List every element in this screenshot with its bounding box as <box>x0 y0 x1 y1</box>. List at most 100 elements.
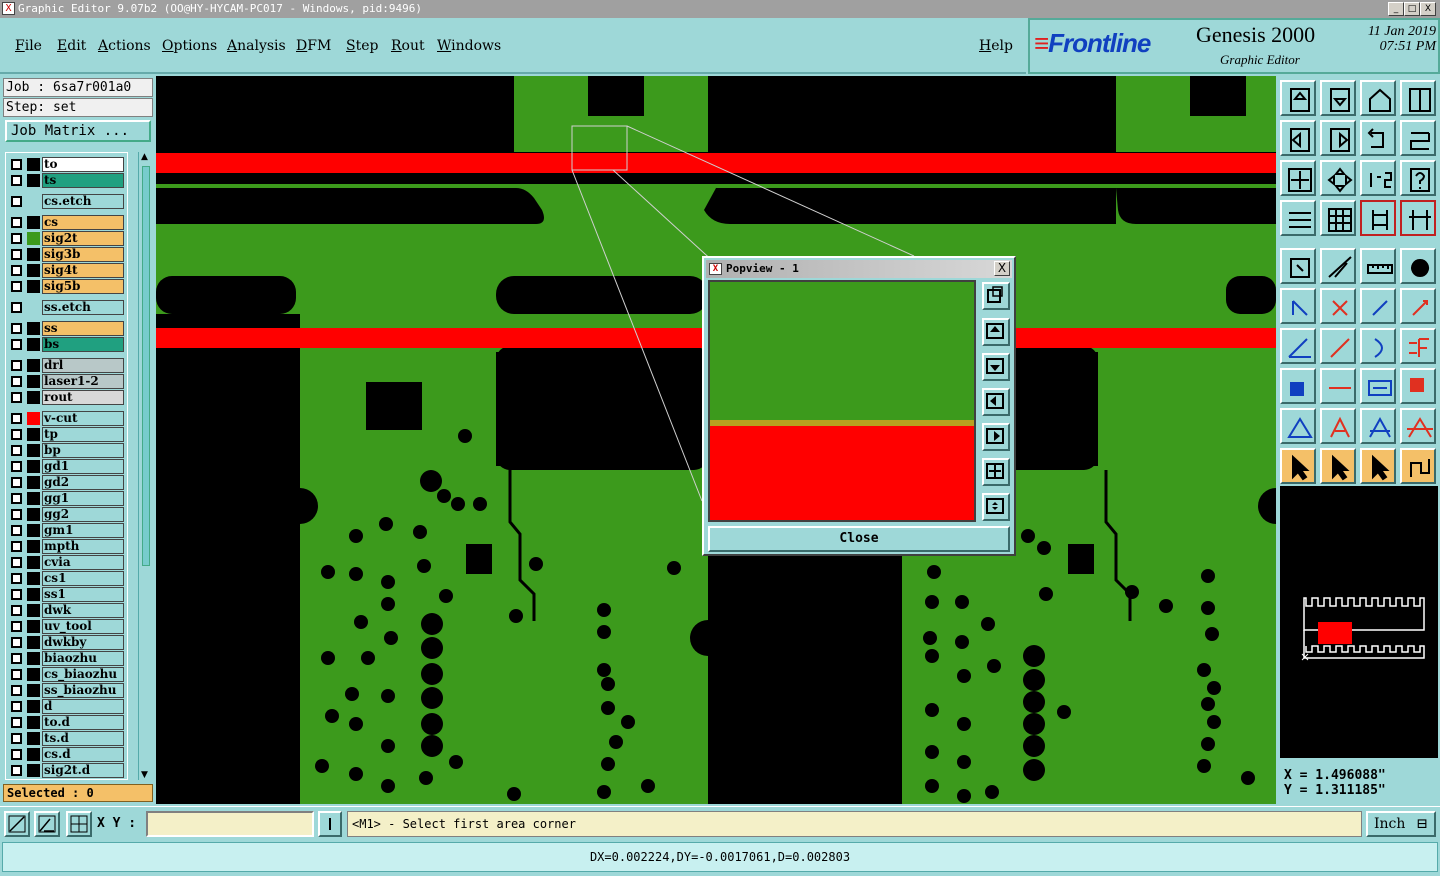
layer-row[interactable]: ss1 <box>6 587 127 602</box>
layer-name[interactable]: ts.d <box>42 731 124 746</box>
layer-name[interactable]: sig2t.d <box>42 763 124 778</box>
layer-color-swatch[interactable] <box>27 322 40 335</box>
layer-color-swatch[interactable] <box>27 748 40 761</box>
layer-checkbox[interactable] <box>11 541 22 552</box>
layer-name[interactable]: cs_biaozhu <box>42 667 124 682</box>
home-up-icon[interactable] <box>1280 80 1316 116</box>
layer-row[interactable]: gd1 <box>6 459 127 474</box>
layer-display-icon[interactable] <box>1360 200 1396 236</box>
menu-actions[interactable]: Actions <box>98 38 151 54</box>
layer-row[interactable]: sig4t <box>6 263 127 278</box>
layer-row[interactable]: sig2t.d <box>6 763 127 778</box>
popview-copy-button[interactable] <box>982 282 1010 310</box>
layer-name[interactable]: rout <box>42 390 124 405</box>
layer-checkbox[interactable] <box>11 685 22 696</box>
layer-checkbox[interactable] <box>11 249 22 260</box>
layer-color-swatch[interactable] <box>27 444 40 457</box>
layer-name[interactable]: cs.etch <box>42 194 124 209</box>
layer-color-swatch[interactable] <box>27 460 40 473</box>
layer-checkbox[interactable] <box>11 621 22 632</box>
layer-color-swatch[interactable] <box>27 232 40 245</box>
measure-box-icon[interactable] <box>1360 368 1396 404</box>
menu-step[interactable]: Step <box>346 38 378 54</box>
layer-checkbox[interactable] <box>11 733 22 744</box>
layer-row[interactable]: cs.etch <box>6 194 127 209</box>
scroll-thumb[interactable] <box>142 166 150 566</box>
layer-checkbox[interactable] <box>11 281 22 292</box>
layer-checkbox[interactable] <box>11 749 22 760</box>
select-feature-icon[interactable] <box>1280 248 1316 284</box>
layer-color-swatch[interactable] <box>27 476 40 489</box>
layer-name[interactable]: gg1 <box>42 491 124 506</box>
scroll-down-icon[interactable]: ▼ <box>141 770 148 780</box>
triangle-d-icon[interactable] <box>1400 408 1436 444</box>
layer-color-swatch[interactable] <box>27 588 40 601</box>
layer-color-swatch[interactable] <box>27 264 40 277</box>
layer-color-swatch[interactable] <box>27 764 40 777</box>
layer-name[interactable]: tp <box>42 427 124 442</box>
popview-zoom-out-button[interactable] <box>982 493 1010 521</box>
popview-pan-up-button[interactable] <box>982 318 1010 346</box>
layer-name[interactable]: drl <box>42 358 124 373</box>
menu-dfm[interactable]: DFM <box>296 38 331 54</box>
overview-panel[interactable] <box>1280 486 1438 758</box>
layer-row[interactable]: to.d <box>6 715 127 730</box>
layer-checkbox[interactable] <box>11 302 22 313</box>
zoom-one-to-two-icon[interactable] <box>1360 160 1396 196</box>
layer-color-swatch[interactable] <box>27 174 40 187</box>
layer-name[interactable]: dwk <box>42 603 124 618</box>
layer-row[interactable]: sig2t <box>6 231 127 246</box>
zoom-center-icon[interactable] <box>1320 160 1356 196</box>
layer-name[interactable]: dwkby <box>42 635 124 650</box>
layer-name[interactable]: v-cut <box>42 411 124 426</box>
layer-checkbox[interactable] <box>11 493 22 504</box>
layer-row[interactable]: gg1 <box>6 491 127 506</box>
layer-color-swatch[interactable] <box>27 216 40 229</box>
line-icon[interactable] <box>1320 328 1356 364</box>
layer-color-swatch[interactable] <box>27 700 40 713</box>
layer-checkbox[interactable] <box>11 573 22 584</box>
layer-row[interactable]: v-cut <box>6 411 127 426</box>
layer-row[interactable]: mpth <box>6 539 127 554</box>
layer-row[interactable]: uv_tool <box>6 619 127 634</box>
triangle-a-icon[interactable] <box>1280 408 1316 444</box>
layer-color-swatch[interactable] <box>27 636 40 649</box>
close-window-button[interactable]: X <box>1420 2 1436 16</box>
layer-row[interactable]: drl <box>6 358 127 373</box>
home-down-icon[interactable] <box>1320 80 1356 116</box>
layer-checkbox[interactable] <box>11 509 22 520</box>
layer-checkbox[interactable] <box>11 392 22 403</box>
layer-name[interactable]: ss1 <box>42 587 124 602</box>
layer-row[interactable]: dwk <box>6 603 127 618</box>
layer-name[interactable]: gg2 <box>42 507 124 522</box>
layer-row[interactable]: dwkby <box>6 635 127 650</box>
layer-color-swatch[interactable] <box>27 668 40 681</box>
layer-row[interactable]: d <box>6 699 127 714</box>
layer-name[interactable]: bp <box>42 443 124 458</box>
menu-help[interactable]: Help <box>979 38 1013 54</box>
layer-row[interactable]: biaozhu <box>6 651 127 666</box>
layer-row[interactable]: cs_biaozhu <box>6 667 127 682</box>
redraw-icon[interactable] <box>1400 120 1436 156</box>
pointer-icon[interactable] <box>1280 448 1316 484</box>
undo-zoom-icon[interactable] <box>1360 120 1396 156</box>
layer-checkbox[interactable] <box>11 265 22 276</box>
angle-icon[interactable] <box>1280 328 1316 364</box>
popview-canvas[interactable] <box>708 280 976 522</box>
layer-row[interactable]: sig5b <box>6 279 127 294</box>
layer-name[interactable]: biaozhu <box>42 651 124 666</box>
layer-color-swatch[interactable] <box>27 716 40 729</box>
layer-row[interactable]: rout <box>6 390 127 405</box>
layer-list[interactable]: to ts cs.etch cs sig2t sig3b sig4t sig5b ss.etch… <box>5 152 128 780</box>
zoom-fit-icon[interactable] <box>1280 160 1316 196</box>
layer-row[interactable]: ss <box>6 321 127 336</box>
layer-color-swatch[interactable] <box>27 158 40 171</box>
line-red-icon[interactable] <box>1320 368 1356 404</box>
layer-features-icon[interactable] <box>1400 200 1436 236</box>
layer-row[interactable]: ts <box>6 173 127 188</box>
layer-row[interactable]: cvia <box>6 555 127 570</box>
layer-color-swatch[interactable] <box>27 428 40 441</box>
layer-name[interactable]: mpth <box>42 539 124 554</box>
layer-name[interactable]: gd2 <box>42 475 124 490</box>
unit-selector[interactable]: Inch ⊟ <box>1366 811 1436 837</box>
